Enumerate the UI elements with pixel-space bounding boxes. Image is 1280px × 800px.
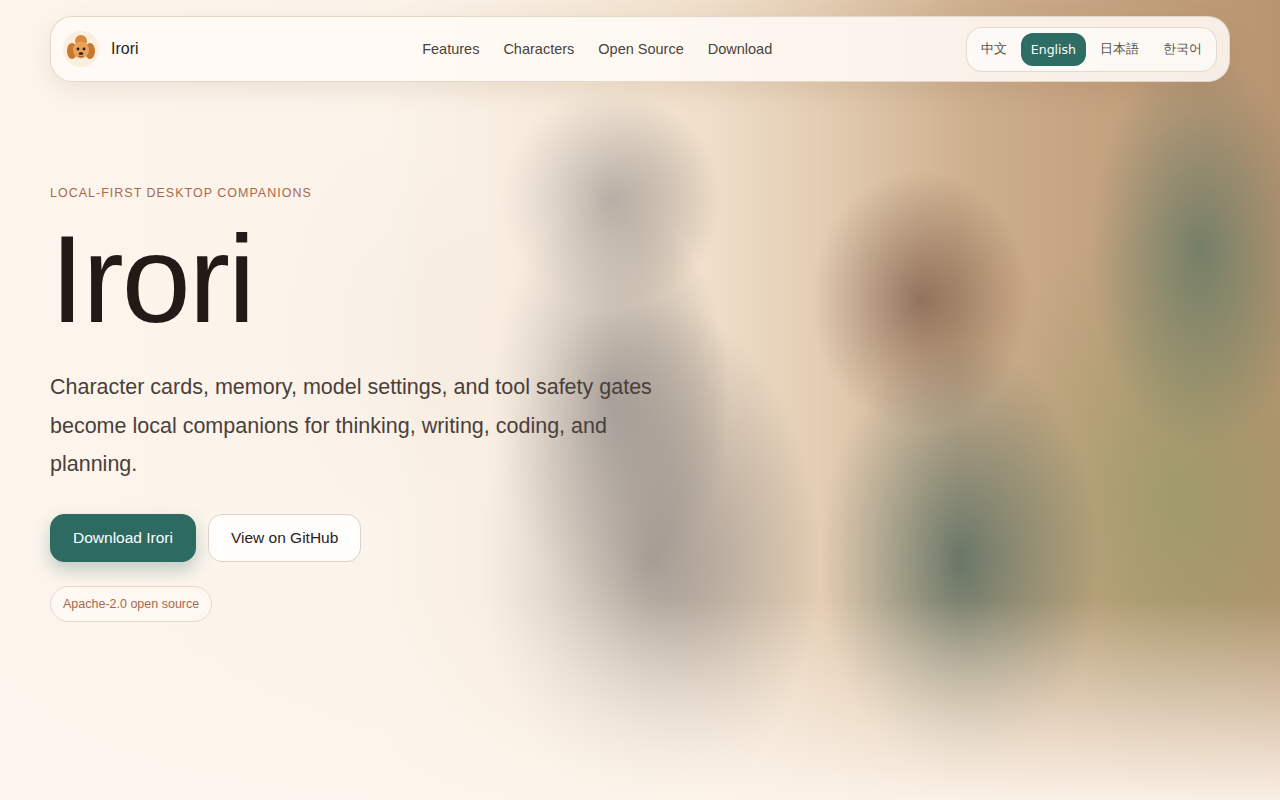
language-option[interactable]: English [1021,33,1086,66]
landing-page: Irori Features Characters Open Source Downlo… [0,0,1280,800]
nav-link[interactable]: Open Source [598,41,683,57]
hero-illustration [0,0,1280,800]
hero-eyebrow: LOCAL-FIRST DESKTOP COMPANIONS [50,186,690,200]
hero: LOCAL-FIRST DESKTOP COMPANIONS Irori Chara… [50,186,690,622]
page-content: Irori Features Characters Open Source Downlo… [0,0,1280,662]
license-badge: Apache-2.0 open source [50,586,212,622]
brand-name: Irori [111,40,139,58]
language-option[interactable]: 中文 [971,32,1017,67]
nav-link[interactable]: Download [708,41,773,57]
hero-title: Irori [50,214,690,344]
brand[interactable]: Irori [63,31,139,67]
nav-bar: Irori Features Characters Open Source Downlo… [50,16,1230,82]
poodle-logo-icon [63,31,99,67]
hero-button[interactable]: View on GitHub [208,514,361,562]
hero-button[interactable]: Download Irori [50,514,196,562]
nav-links: Features Characters Open Source Download [422,41,772,57]
badge-row: Apache-2.0 open source [50,586,690,622]
hero-description: Character cards, memory, model settings,… [50,368,670,484]
nav-link[interactable]: Features [422,41,479,57]
nav-link[interactable]: Characters [503,41,574,57]
language-option[interactable]: 한국어 [1153,32,1212,67]
language-switcher: 中文English日本語한국어 [966,27,1217,72]
hero-actions: Download IroriView on GitHub [50,514,690,562]
language-option[interactable]: 日本語 [1090,32,1149,67]
